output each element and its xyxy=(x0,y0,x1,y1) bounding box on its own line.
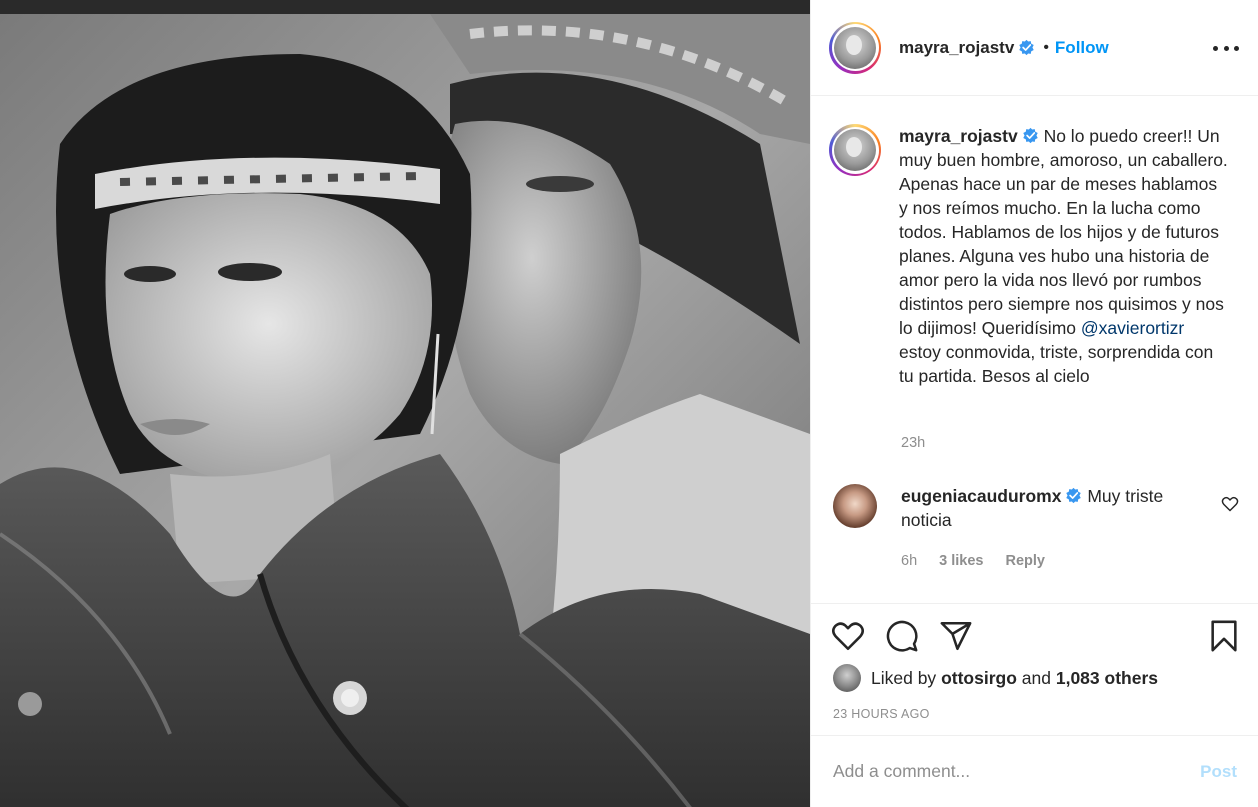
caption: mayra_rojastv No lo puedo creer!! Un muy… xyxy=(829,124,1239,388)
likes-conjunction: and xyxy=(1021,667,1051,688)
mention-link[interactable]: @xavierortizr xyxy=(1081,318,1184,338)
comment-text: eugeniacauduromx Muy triste noticia xyxy=(901,484,1191,532)
reply-button[interactable]: Reply xyxy=(1005,553,1045,569)
share-icon[interactable] xyxy=(939,619,973,653)
author-avatar[interactable] xyxy=(829,21,881,74)
caption-username[interactable]: mayra_rojastv xyxy=(899,126,1018,146)
more-options-icon[interactable] xyxy=(1213,38,1239,58)
instagram-post: mayra_rojastv • Follow mayra_rojastv No … xyxy=(0,0,1258,807)
photo-illustration xyxy=(0,14,810,807)
caption-body-end: estoy conmovida, triste, sorprendida con… xyxy=(899,342,1214,386)
verified-badge-icon xyxy=(1022,127,1038,144)
verified-badge-icon xyxy=(1066,487,1082,504)
commenter-username[interactable]: eugeniacauduromx xyxy=(901,486,1061,506)
comment-likes[interactable]: 3 likes xyxy=(939,553,983,569)
caption-text: mayra_rojastv No lo puedo creer!! Un muy… xyxy=(899,124,1229,388)
follow-button[interactable]: Follow xyxy=(1055,38,1109,58)
post-side-panel: mayra_rojastv • Follow mayra_rojastv No … xyxy=(810,0,1258,807)
author-username[interactable]: mayra_rojastv xyxy=(899,38,1014,58)
comments-section[interactable]: mayra_rojastv No lo puedo creer!! Un muy… xyxy=(811,97,1258,603)
liker-username[interactable]: ottosirgo xyxy=(941,668,1017,689)
caption-avatar[interactable] xyxy=(829,124,881,176)
comment-input[interactable] xyxy=(833,761,1201,782)
verified-badge-icon xyxy=(1019,39,1035,56)
header-separator: • xyxy=(1043,38,1049,56)
comment-icon[interactable] xyxy=(885,619,919,653)
action-bar: Liked by ottosirgo and 1,083 others 23 H… xyxy=(811,603,1258,735)
caption-body: No lo puedo creer!! Un muy buen hombre, … xyxy=(899,126,1228,338)
post-button[interactable]: Post xyxy=(1200,762,1237,782)
likes-others-link[interactable]: 1,083 others xyxy=(1056,668,1158,689)
comment-meta: 6h 3 likes Reply xyxy=(901,553,1045,569)
post-timestamp[interactable]: 23 HOURS AGO xyxy=(833,707,930,721)
add-comment-bar: Post xyxy=(811,735,1258,807)
bookmark-icon[interactable] xyxy=(1207,619,1241,653)
post-header: mayra_rojastv • Follow xyxy=(811,0,1258,96)
caption-time[interactable]: 23h xyxy=(901,435,925,451)
liker-avatar[interactable] xyxy=(833,664,861,692)
comment-item: eugeniacauduromx Muy triste noticia xyxy=(833,484,1243,532)
comment-time[interactable]: 6h xyxy=(901,553,917,569)
post-photo[interactable] xyxy=(0,0,810,807)
commenter-avatar[interactable] xyxy=(833,484,877,528)
likes-summary: Liked by ottosirgo and 1,083 others xyxy=(833,664,1158,692)
comment-like-heart-icon[interactable] xyxy=(1221,496,1239,512)
likes-prefix: Liked by xyxy=(871,667,937,688)
heart-icon[interactable] xyxy=(831,620,865,652)
